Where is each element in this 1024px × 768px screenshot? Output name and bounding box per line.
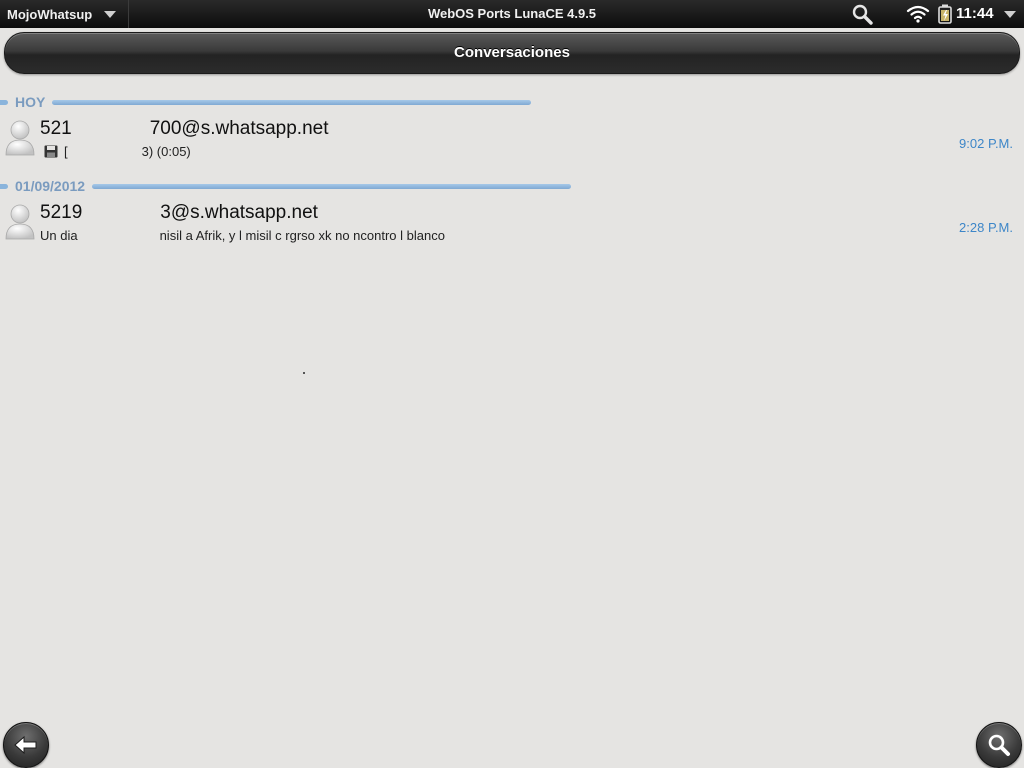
section-label: HOY xyxy=(15,94,46,110)
chevron-down-icon xyxy=(104,11,116,18)
conversation-item[interactable]: 521 700@s.whatsapp.net [3) (0:05) 9:02 P.… xyxy=(0,116,1024,182)
conversation-name: 5219 3@s.whatsapp.net xyxy=(40,202,318,224)
battery-icon[interactable] xyxy=(938,4,952,24)
conversation-time: 9:02 P.M. xyxy=(959,136,1013,151)
section-divider: HOY xyxy=(0,93,532,111)
status-bar: MojoWhatsup WebOS Ports LunaCE 4.9.5 11:… xyxy=(0,0,1024,28)
conversation-name-end: 3@s.whatsapp.net xyxy=(160,202,318,223)
avatar-icon xyxy=(4,118,36,156)
section-divider: 01/09/2012 xyxy=(0,177,572,195)
back-arrow-icon xyxy=(13,735,39,755)
conversation-name: 521 700@s.whatsapp.net xyxy=(40,118,329,140)
chevron-down-icon[interactable] xyxy=(1004,11,1016,18)
conversation-name-end: 700@s.whatsapp.net xyxy=(149,118,329,139)
stray-dot xyxy=(303,372,305,374)
conversation-preview: [3) (0:05) xyxy=(40,144,191,159)
wifi-icon[interactable] xyxy=(906,5,930,23)
search-button[interactable] xyxy=(976,722,1022,768)
conversation-preview-end: 3) (0:05) xyxy=(141,144,191,159)
conversation-preview-start: [ xyxy=(64,144,68,159)
status-time: 11:44 xyxy=(956,5,994,22)
search-icon xyxy=(986,732,1012,758)
conversation-time: 2:28 P.M. xyxy=(959,220,1013,235)
conversation-preview-end: nisil a Afrik, y l misil c rgrso xk no n… xyxy=(159,228,445,243)
divider-marker xyxy=(0,99,8,105)
conversation-name-start: 5219 xyxy=(40,202,83,223)
app-menu-label: MojoWhatsup xyxy=(7,6,93,22)
conversation-preview-start: Un dia xyxy=(40,228,78,243)
conversation-preview: Un dia nisil a Afrik, y l misil c rgrso x… xyxy=(40,228,445,243)
conversation-name-start: 521 xyxy=(40,118,72,139)
search-icon[interactable] xyxy=(850,3,876,25)
save-icon xyxy=(44,145,58,158)
avatar-icon xyxy=(4,202,36,240)
divider-line xyxy=(52,99,532,105)
conversation-item[interactable]: 5219 3@s.whatsapp.net Un dia nisil a Afrik… xyxy=(0,200,1024,266)
divider-marker xyxy=(0,183,8,189)
page-title: Conversaciones xyxy=(454,44,570,61)
divider-line xyxy=(92,183,572,189)
back-button[interactable] xyxy=(3,722,49,768)
status-bar-title: WebOS Ports LunaCE 4.9.5 xyxy=(427,6,597,21)
header-bar: Conversaciones xyxy=(4,32,1020,74)
app-menu[interactable]: MojoWhatsup xyxy=(0,0,129,28)
section-label: 01/09/2012 xyxy=(15,178,86,194)
